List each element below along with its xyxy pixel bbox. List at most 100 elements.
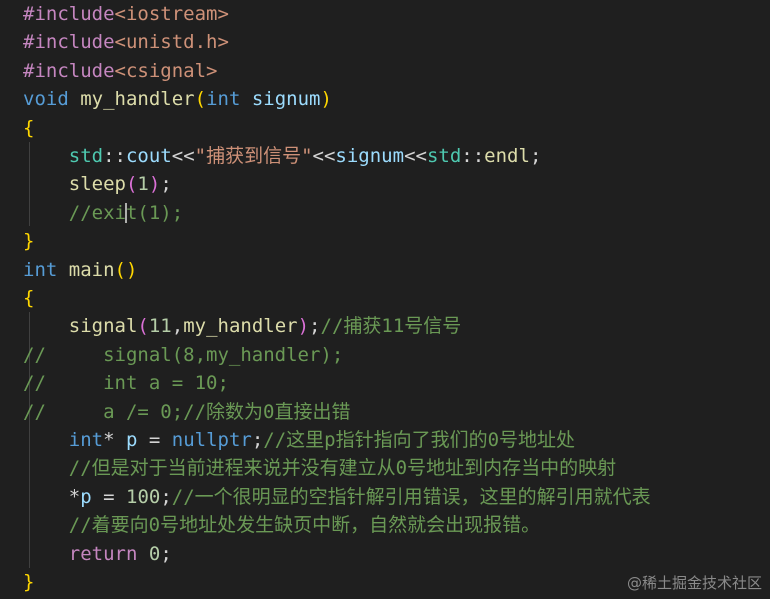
code-token: int [23, 258, 58, 281]
code-token: <iostream> [114, 3, 229, 25]
code-token: { [23, 287, 35, 309]
code-token: int [68, 429, 104, 451]
code-line[interactable]: } [23, 568, 34, 596]
code-token: ; [251, 429, 264, 451]
code-token: int [206, 88, 241, 111]
code-token: * [103, 429, 126, 451]
code-token: cout [125, 145, 172, 167]
code-token: * [68, 485, 81, 508]
code-line[interactable]: void my_handler(int signum) [23, 85, 332, 113]
code-token: ) [297, 315, 310, 338]
code-token: :: [461, 145, 485, 167]
code-token: ; [160, 542, 172, 565]
code-token: //exi [68, 201, 126, 224]
code-line[interactable]: // signal(8,my_handler); [23, 341, 343, 369]
code-token: signum [335, 145, 405, 167]
code-token: //这里p指针指向了我们的0号地址处 [263, 429, 576, 451]
code-token: { [23, 116, 35, 139]
code-token: <unistd.h> [114, 31, 229, 54]
code-token: 100 [126, 485, 161, 508]
code-token: ; [309, 315, 321, 338]
code-token: return [68, 542, 138, 565]
code-line[interactable]: //着要向0号地址处发生缺页中断，自然就会出现报错。 [23, 511, 540, 539]
code-token: :: [103, 145, 126, 167]
code-token: main [68, 258, 115, 281]
code-line[interactable]: //exit(1); [23, 199, 183, 227]
code-line[interactable]: sleep(1); [23, 170, 172, 198]
code-line[interactable]: return 0; [23, 540, 172, 568]
code-line[interactable]: } [23, 227, 34, 255]
code-line[interactable]: // a /= 0;//除数为0直接出错 [23, 398, 350, 426]
code-line[interactable]: signal(11,my_handler);//捕获11号信号 [23, 312, 462, 340]
code-line[interactable]: *p = 100;//一个很明显的空指针解引用错误，这里的解引用就代表 [23, 483, 651, 511]
code-token: ( [194, 88, 207, 111]
code-token: "捕获到信号" [194, 145, 313, 167]
watermark: @稀土掘金技术社区 [626, 574, 762, 592]
code-token: () [114, 258, 138, 281]
code-token: signal [68, 315, 138, 338]
code-token: << [171, 145, 195, 167]
code-token: = [137, 429, 172, 451]
code-line[interactable]: int main() [23, 256, 137, 284]
code-token: ( [137, 315, 149, 338]
code-token: #include [23, 3, 115, 25]
code-line[interactable]: //但是对于当前进程来说并没有建立从0号地址到内存当中的映射 [23, 454, 616, 482]
code-token: t(1); [125, 201, 184, 224]
code-line[interactable]: // int a = 10; [23, 369, 229, 397]
code-token: ( [125, 173, 138, 196]
code-line[interactable]: { [23, 284, 34, 312]
code-token: 0 [148, 542, 161, 565]
code-token: //捕获11号信号 [320, 315, 462, 338]
code-token: endl [484, 145, 530, 167]
code-token: p [80, 485, 92, 508]
code-token: void [23, 88, 69, 111]
code-token: } [23, 571, 35, 593]
code-token: ) [148, 173, 161, 196]
code-token: std [68, 145, 104, 167]
code-token: = [91, 485, 126, 508]
code-line[interactable]: #include<iostream> [23, 0, 229, 28]
code-editor[interactable]: #include<iostream> #include<unistd.h> #inc… [0, 0, 770, 599]
code-token: ; [529, 145, 542, 167]
code-token: ; [160, 485, 172, 508]
code-token: //一个很明显的空指针解引用错误，这里的解引用就代表 [171, 485, 651, 508]
code-token: ; [160, 173, 172, 196]
code-line[interactable]: { [23, 114, 34, 142]
code-line[interactable]: int* p = nullptr;//这里p指针指向了我们的0号地址处 [23, 426, 575, 454]
code-token: std [426, 145, 462, 167]
code-token: // int a = 10; [23, 372, 229, 395]
code-token: //但是对于当前进程来说并没有建立从0号地址到内存当中的映射 [68, 457, 617, 480]
code-token: #include [23, 59, 115, 82]
code-token: nullptr [171, 429, 252, 451]
code-token: signum [251, 88, 321, 111]
code-token: //着要向0号地址处发生缺页中断，自然就会出现报错。 [68, 514, 541, 537]
code-token: // a /= 0;//除数为0直接出错 [23, 400, 351, 423]
code-token: <csignal> [114, 59, 218, 82]
code-token: // signal(8,my_handler); [23, 343, 344, 366]
code-token: ) [320, 88, 332, 111]
code-token: , [171, 315, 184, 338]
code-token: << [404, 145, 427, 167]
code-token: 11 [148, 315, 172, 338]
code-token: #include [23, 31, 115, 54]
code-token: 1 [137, 173, 149, 196]
code-token: } [23, 230, 35, 253]
code-token: my_handler [183, 315, 298, 338]
code-line[interactable]: std::cout<<"捕获到信号"<<signum<<std::endl; [23, 142, 542, 170]
code-token: my_handler [80, 88, 195, 111]
code-line[interactable]: #include<unistd.h> [23, 28, 229, 56]
code-line[interactable]: #include<csignal> [23, 57, 217, 85]
